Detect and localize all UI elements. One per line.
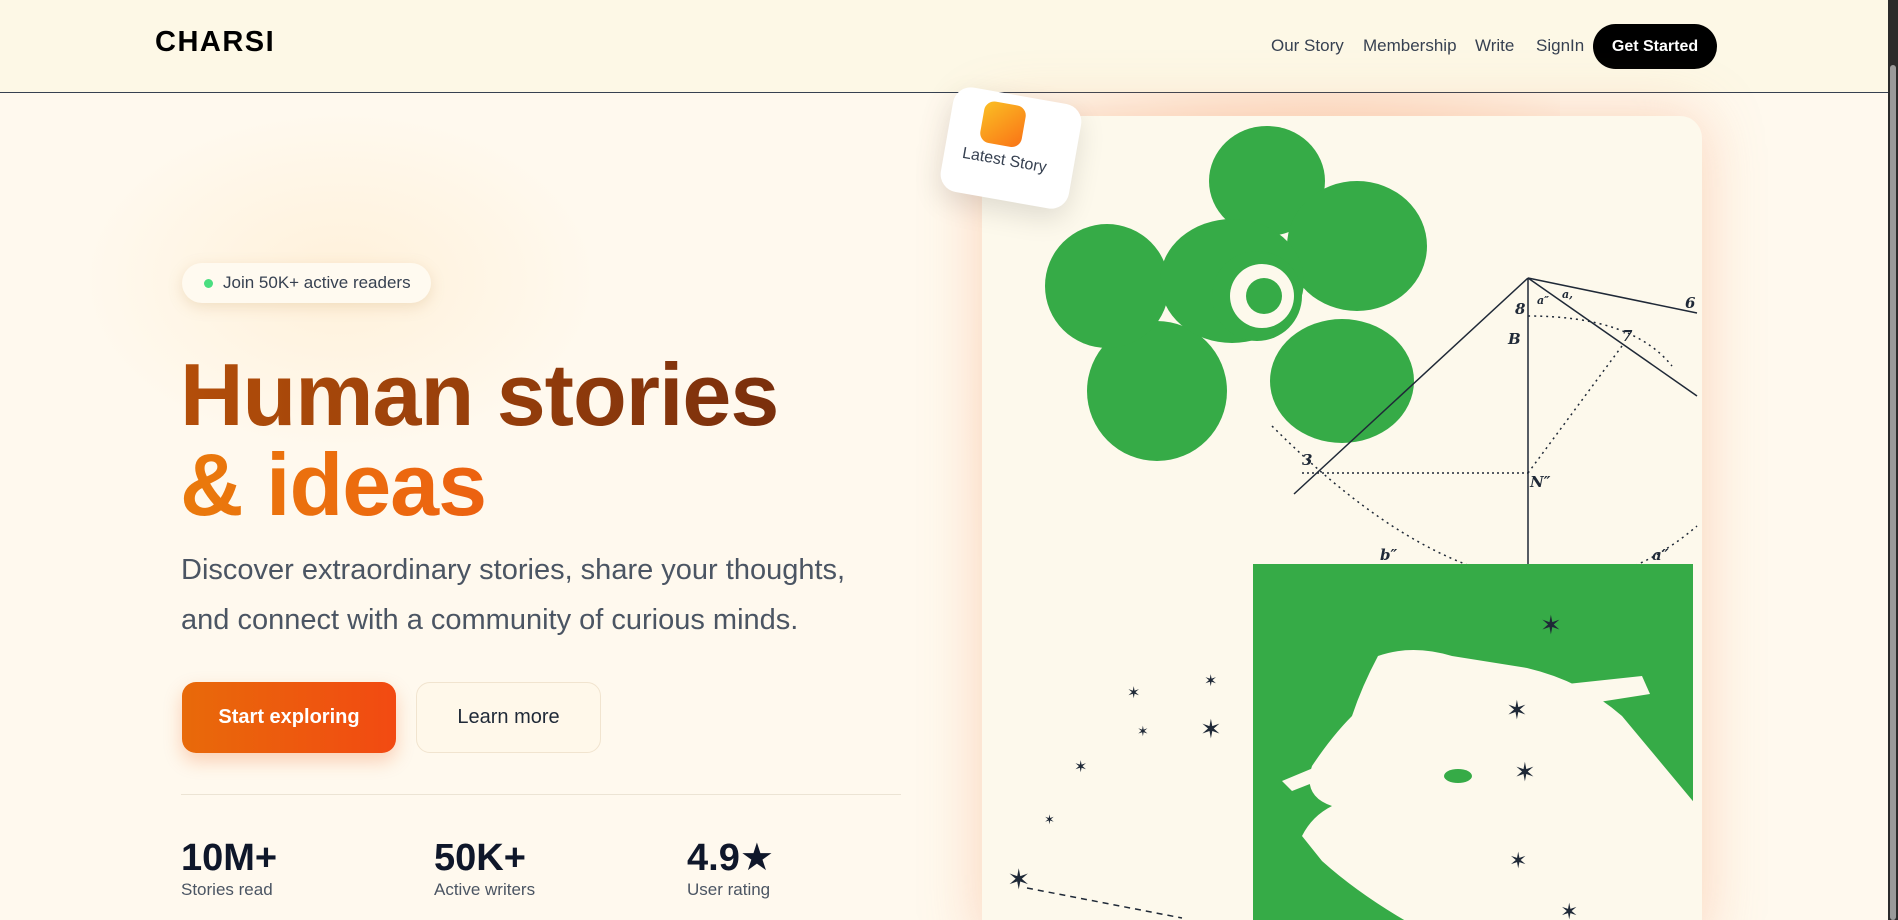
svg-text:✶: ✶	[1127, 683, 1140, 702]
stat-value: 4.9★	[687, 837, 774, 879]
stat-value: 10M+	[181, 837, 278, 879]
svg-text:B: B	[1507, 330, 1521, 348]
svg-text:a″: a″	[1537, 294, 1549, 307]
svg-text:✶: ✶	[1509, 849, 1527, 874]
svg-text:✶: ✶	[1007, 863, 1030, 896]
readers-badge-label: Join 50K+ active readers	[223, 273, 411, 292]
headline-line-1: Human stories	[180, 345, 779, 444]
stat-user-rating: 4.9★ User rating	[687, 838, 774, 900]
stat-stories-read: 10M+ Stories read	[181, 838, 277, 900]
svg-text:✶: ✶	[1044, 813, 1055, 828]
learn-more-button[interactable]: Learn more	[416, 682, 601, 753]
svg-text:a,: a,	[1562, 288, 1573, 301]
svg-text:✶: ✶	[1506, 696, 1528, 726]
nav-link-signin[interactable]: SignIn	[1536, 36, 1584, 56]
readers-badge: Join 50K+ active readers	[182, 263, 431, 303]
stat-label: Active writers	[434, 880, 536, 899]
svg-text:✶: ✶	[1200, 715, 1222, 745]
svg-text:N″: N″	[1529, 473, 1551, 491]
story-icon	[978, 99, 1028, 149]
nav-link-our-story[interactable]: Our Story	[1271, 36, 1344, 56]
svg-text:✶: ✶	[1074, 757, 1087, 776]
svg-text:b″: b″	[1380, 546, 1397, 564]
svg-text:✶: ✶	[1540, 611, 1562, 641]
nav-link-membership[interactable]: Membership	[1363, 36, 1457, 56]
svg-text:3: 3	[1302, 451, 1312, 469]
get-started-button[interactable]: Get Started	[1593, 24, 1717, 69]
hero-subtext: Discover extraordinary stories, share yo…	[181, 554, 846, 636]
latest-story-tag[interactable]: Latest Story	[937, 84, 1085, 212]
latest-story-label: Latest Story	[960, 144, 1048, 177]
stat-value: 50K+	[434, 837, 526, 879]
start-exploring-button[interactable]: Start exploring	[182, 682, 396, 753]
illustration-artwork: B N″ E b″ a″ 3 8 7 6 a, a″ ✶ ✶ ✶ ✶ ✶ ✶ ✶…	[1007, 126, 1698, 920]
stat-label: Stories read	[181, 880, 273, 899]
brand-logo[interactable]: CHARSI	[155, 26, 275, 59]
hero-headline: Human stories & ideas	[180, 345, 779, 530]
nav-link-write[interactable]: Write	[1475, 36, 1514, 56]
svg-text:a″: a″	[1652, 546, 1669, 564]
top-navbar: CHARSI Our Story Membership Write SignIn…	[0, 0, 1890, 93]
svg-text:8: 8	[1515, 300, 1526, 318]
headline-line-2: & ideas	[180, 440, 778, 530]
svg-text:✶: ✶	[1204, 671, 1217, 690]
status-dot-icon	[204, 278, 213, 288]
hero-illustration-card[interactable]: B N″ E b″ a″ 3 8 7 6 a, a″ ✶ ✶ ✶ ✶ ✶ ✶ ✶…	[982, 116, 1702, 920]
stat-label: User rating	[687, 880, 771, 899]
stats-divider	[181, 794, 901, 795]
svg-text:6: 6	[1685, 294, 1696, 312]
stat-active-writers: 50K+ Active writers	[434, 838, 535, 900]
svg-text:✶: ✶	[1514, 758, 1536, 788]
svg-text:7: 7	[1622, 327, 1633, 345]
scrollbar-thumb[interactable]	[1890, 65, 1896, 920]
svg-text:✶: ✶	[1137, 724, 1149, 740]
svg-text:✶: ✶	[1560, 900, 1578, 920]
